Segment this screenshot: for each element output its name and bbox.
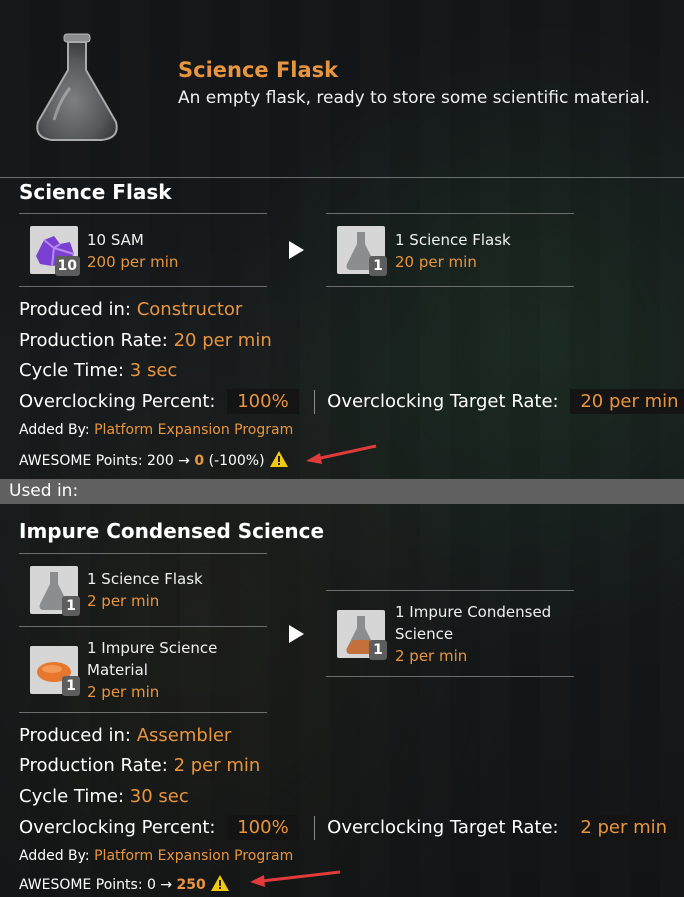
header-divider: [0, 177, 684, 178]
item-count-badge: 1: [369, 256, 387, 276]
produced-in-building[interactable]: Assembler: [137, 725, 232, 746]
input-bottom-divider: [19, 712, 267, 713]
ingredient-name: 1 Science Flask: [87, 570, 203, 588]
overclocking-row: Overclocking Percent: 100% Overclocking …: [19, 389, 684, 414]
oc-percent-label: Overclocking Percent:: [19, 391, 216, 412]
awesome-points-row: AWESOME Points: 200 → 0 (-100%): [19, 450, 289, 469]
added-by-mod[interactable]: Platform Expansion Program: [94, 848, 293, 864]
product-slot[interactable]: 1: [337, 226, 387, 276]
cycle-time-label: Cycle Time:: [19, 360, 125, 381]
ingredient-name: 1 Impure Science Material: [87, 639, 218, 679]
product-rate: 2 per min: [395, 647, 468, 665]
points-label: AWESOME Points: 200 →: [19, 453, 190, 469]
output-bottom-divider: [326, 286, 574, 287]
oc-target-input[interactable]: 2 per min: [570, 815, 678, 840]
ingredient-rate: 2 per min: [87, 683, 160, 701]
oc-percent-input[interactable]: 100%: [227, 815, 299, 840]
ingredient-slot[interactable]: 1: [30, 646, 80, 696]
produced-in-building[interactable]: Constructor: [137, 299, 243, 320]
warning-icon: [211, 875, 230, 891]
recipe-title: Science Flask: [19, 180, 172, 204]
cycle-time-row: Cycle Time: 30 sec: [19, 786, 189, 807]
production-rate-value: 2 per min: [173, 755, 261, 776]
item-count-badge: 1: [62, 676, 80, 696]
overclocking-row: Overclocking Percent: 100% Overclocking …: [19, 815, 678, 840]
added-by-label: Added By:: [19, 422, 90, 438]
added-by-label: Added By:: [19, 848, 90, 864]
oc-target-label: Overclocking Target Rate:: [327, 391, 559, 412]
output-top-divider: [326, 590, 574, 591]
cycle-time-row: Cycle Time: 3 sec: [19, 360, 177, 381]
item-description: An empty flask, ready to store some scie…: [178, 88, 651, 108]
used-in-header: Used in:: [0, 479, 684, 504]
cycle-time-label: Cycle Time:: [19, 786, 125, 807]
points-label: AWESOME Points: 0 →: [19, 877, 173, 893]
production-rate-label: Production Rate:: [19, 755, 168, 776]
cycle-time-value: 3 sec: [129, 360, 178, 381]
ingredient-rate: 200 per min: [87, 253, 179, 271]
production-rate-row: Production Rate: 20 per min: [19, 330, 272, 351]
points-value: 250: [176, 877, 206, 893]
output-bottom-divider: [326, 676, 574, 677]
cycle-time-value: 30 sec: [129, 786, 189, 807]
points-change: (-100%): [208, 453, 265, 469]
product-slot[interactable]: 1: [337, 610, 387, 660]
product-rate: 20 per min: [395, 253, 477, 271]
awesome-points-row: AWESOME Points: 0 → 250: [19, 874, 230, 893]
product-name: 1 Impure Condensed Science: [395, 603, 552, 643]
ingredient-slot[interactable]: 10: [30, 226, 80, 276]
divider: [314, 816, 316, 840]
product-name: 1 Science Flask: [395, 231, 511, 249]
flask-icon: [30, 30, 125, 145]
recipe-arrow-icon: [289, 241, 304, 259]
oc-target-input[interactable]: 20 per min: [570, 389, 684, 414]
produced-in-row: Produced in: Assembler: [19, 725, 231, 746]
added-by-mod[interactable]: Platform Expansion Program: [94, 422, 293, 438]
produced-in-label: Produced in:: [19, 299, 131, 320]
oc-target-label: Overclocking Target Rate:: [327, 817, 559, 838]
divider: [314, 390, 316, 414]
produced-in-label: Produced in:: [19, 725, 131, 746]
item-count-badge: 1: [369, 640, 387, 660]
input-top-divider: [19, 213, 267, 214]
production-rate-value: 20 per min: [173, 330, 272, 351]
input-top-divider: [19, 553, 267, 554]
points-value: 0: [194, 453, 205, 469]
input-middle-divider: [19, 626, 267, 627]
warning-icon: [270, 451, 289, 467]
oc-percent-label: Overclocking Percent:: [19, 817, 216, 838]
oc-percent-input[interactable]: 100%: [227, 389, 299, 414]
recipe-arrow-icon: [289, 625, 304, 643]
used-in-label: Used in:: [9, 481, 79, 501]
production-rate-label: Production Rate:: [19, 330, 168, 351]
produced-in-row: Produced in: Constructor: [19, 299, 242, 320]
output-top-divider: [326, 213, 574, 214]
annotation-arrow-icon: [306, 444, 377, 464]
ingredient-rate: 2 per min: [87, 592, 160, 610]
ingredient-name: 10 SAM: [87, 231, 144, 249]
production-rate-row: Production Rate: 2 per min: [19, 755, 260, 776]
input-bottom-divider: [19, 286, 267, 287]
item-title: Science Flask: [178, 58, 339, 82]
recipe-title: Impure Condensed Science: [19, 519, 325, 543]
added-by-row: Added By: Platform Expansion Program: [19, 422, 293, 438]
item-count-badge: 10: [54, 256, 80, 276]
ingredient-slot[interactable]: 1: [30, 566, 80, 616]
item-count-badge: 1: [62, 596, 80, 616]
annotation-arrow-icon: [250, 870, 341, 887]
added-by-row: Added By: Platform Expansion Program: [19, 848, 293, 864]
